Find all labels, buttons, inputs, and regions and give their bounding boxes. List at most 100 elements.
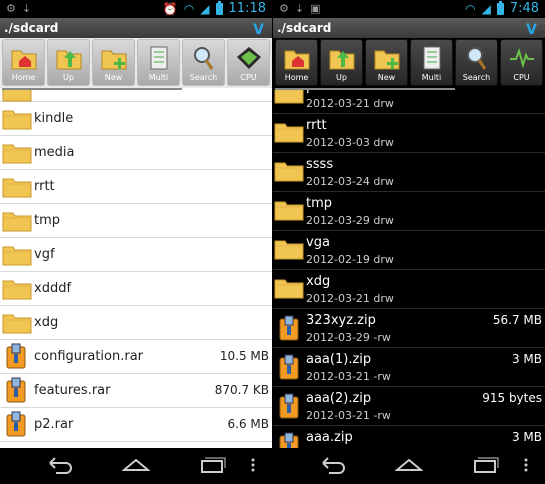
folder-row[interactable]: p2 2012-03-21 drw	[273, 90, 545, 114]
menu-v-icon[interactable]: V	[526, 20, 537, 40]
multi-button[interactable]: Multi	[410, 39, 453, 86]
cpu-icon	[236, 47, 261, 69]
file-list[interactable]: kindle media rrtt tmp vgf xdddf xdg configurati…	[0, 90, 272, 448]
file-row[interactable]: 323xyz.zip 2012-03-29 -rw 56.7 MB	[273, 309, 545, 348]
home-nav-icon[interactable]	[395, 456, 423, 474]
item-size: 10.5 MB	[219, 349, 269, 363]
search-button[interactable]: Search	[182, 39, 225, 86]
current-path: ./sdcard	[277, 21, 332, 35]
wifi-icon: ◠	[183, 1, 195, 16]
home-button[interactable]: Home	[275, 39, 318, 86]
archive-icon	[279, 354, 299, 380]
folder-icon	[2, 144, 32, 164]
archive-icon	[6, 411, 26, 437]
alarm-icon: ⏰	[162, 1, 178, 16]
file-row[interactable]: aaa.zip 3 MB	[273, 426, 545, 448]
archive-icon	[6, 377, 26, 403]
item-name: configuration.rar	[34, 349, 144, 364]
file-row[interactable]: aaa(1).zip 2012-03-21 -rw 3 MB	[273, 348, 545, 387]
archive-icon	[279, 315, 299, 341]
status-bar: ⚙ ⇣ ⏰ ◠ ◢ 11:18	[0, 0, 272, 18]
item-date: 2012-03-29 drw	[306, 214, 394, 227]
folder-row[interactable]: tmp	[0, 204, 272, 238]
folder-icon	[274, 123, 304, 143]
folder-row[interactable]: rrtt	[0, 170, 272, 204]
file-list[interactable]: p2 2012-03-21 drw rrtt 2012-03-03 drw ssss 20…	[273, 90, 545, 448]
file-row[interactable]: features.rar 870.7 KB	[0, 374, 272, 408]
folder-row[interactable]: xdddf	[0, 272, 272, 306]
home-button-label: Home	[284, 73, 309, 82]
up-button[interactable]: Up	[320, 39, 363, 86]
status-bar: ⚙ ⇣ ▣ ◠ ◢ 7:48	[273, 0, 545, 18]
folder-row[interactable]: xdg 2012-03-21 drw	[273, 270, 545, 309]
item-size: 56.7 MB	[492, 313, 542, 327]
back-icon[interactable]	[319, 456, 347, 474]
overflow-menu-icon[interactable]	[521, 456, 531, 474]
item-name: xdg	[34, 315, 59, 330]
item-name: vga	[306, 235, 330, 250]
folder-icon	[274, 279, 304, 299]
archive-icon	[6, 343, 26, 369]
partial-row[interactable]	[0, 90, 272, 102]
item-name: rrtt	[306, 118, 327, 133]
folder-row[interactable]: vga 2012-02-19 drw	[273, 231, 545, 270]
folder-icon	[2, 110, 32, 130]
item-size: 3 MB	[511, 352, 542, 366]
overflow-menu-icon[interactable]	[248, 456, 258, 474]
checklist-icon	[423, 46, 440, 70]
recent-apps-icon[interactable]	[471, 456, 499, 474]
folder-icon	[2, 178, 32, 198]
item-name: features.rar	[34, 383, 111, 398]
folder-row[interactable]: xdg	[0, 306, 272, 340]
item-name: xdg	[306, 274, 331, 289]
usb-icon: ⇣	[294, 2, 305, 15]
item-name: p2.rar	[34, 417, 74, 432]
new-button[interactable]: New	[365, 39, 408, 86]
item-name: aaa(2).zip	[306, 391, 372, 406]
cpu-button[interactable]: CPU	[500, 39, 543, 86]
item-date: 2012-03-21 -rw	[306, 409, 391, 422]
item-name: kindle	[34, 111, 74, 126]
item-size: 3 MB	[511, 430, 542, 444]
folder-row[interactable]: rrtt 2012-03-03 drw	[273, 114, 545, 153]
home-nav-icon[interactable]	[122, 456, 150, 474]
search-button[interactable]: Search	[455, 39, 498, 86]
file-row[interactable]: configuration.rar 10.5 MB	[0, 340, 272, 374]
folder-row[interactable]: media	[0, 136, 272, 170]
menu-v-icon[interactable]: V	[253, 20, 264, 40]
item-name: media	[34, 145, 75, 160]
cpu-button-label: CPU	[513, 73, 530, 82]
recent-apps-icon[interactable]	[198, 456, 226, 474]
home-button[interactable]: Home	[2, 39, 45, 86]
briefcase-icon: ▣	[310, 2, 321, 15]
current-path: ./sdcard	[4, 21, 59, 35]
right-screen: ⚙ ⇣ ▣ ◠ ◢ 7:48 ./sdcard V Home Up New Mu…	[273, 0, 545, 484]
folder-icon	[2, 314, 32, 334]
folder-row[interactable]: tmp 2012-03-29 drw	[273, 192, 545, 231]
folder-icon	[2, 280, 32, 300]
file-row[interactable]: p2.rar 6.6 MB	[0, 408, 272, 442]
back-icon[interactable]	[46, 456, 74, 474]
up-folder-icon	[56, 50, 81, 70]
multi-button[interactable]: Multi	[137, 39, 180, 86]
item-size: 915 bytes	[482, 391, 542, 405]
new-button[interactable]: New	[92, 39, 135, 86]
folder-row[interactable]: ssss 2012-03-24 drw	[273, 153, 545, 192]
cpu-button[interactable]: CPU	[227, 39, 270, 86]
clock: 11:18	[228, 1, 266, 16]
item-size: 6.6 MB	[227, 417, 269, 431]
new-button-label: New	[377, 73, 396, 82]
nav-bar	[273, 448, 545, 484]
android-icon: ⚙	[279, 2, 289, 15]
up-button-label: Up	[336, 73, 347, 82]
file-row[interactable]: aaa(2).zip 2012-03-21 -rw 915 bytes	[273, 387, 545, 426]
up-button[interactable]: Up	[47, 39, 90, 86]
home-folder-icon	[11, 50, 36, 70]
folder-row[interactable]: vgf	[0, 238, 272, 272]
new-folder-icon	[374, 50, 399, 70]
battery-icon	[215, 0, 223, 15]
home-folder-icon	[284, 50, 309, 70]
folder-icon	[274, 201, 304, 221]
battery-icon	[496, 0, 504, 15]
folder-row[interactable]: kindle	[0, 102, 272, 136]
